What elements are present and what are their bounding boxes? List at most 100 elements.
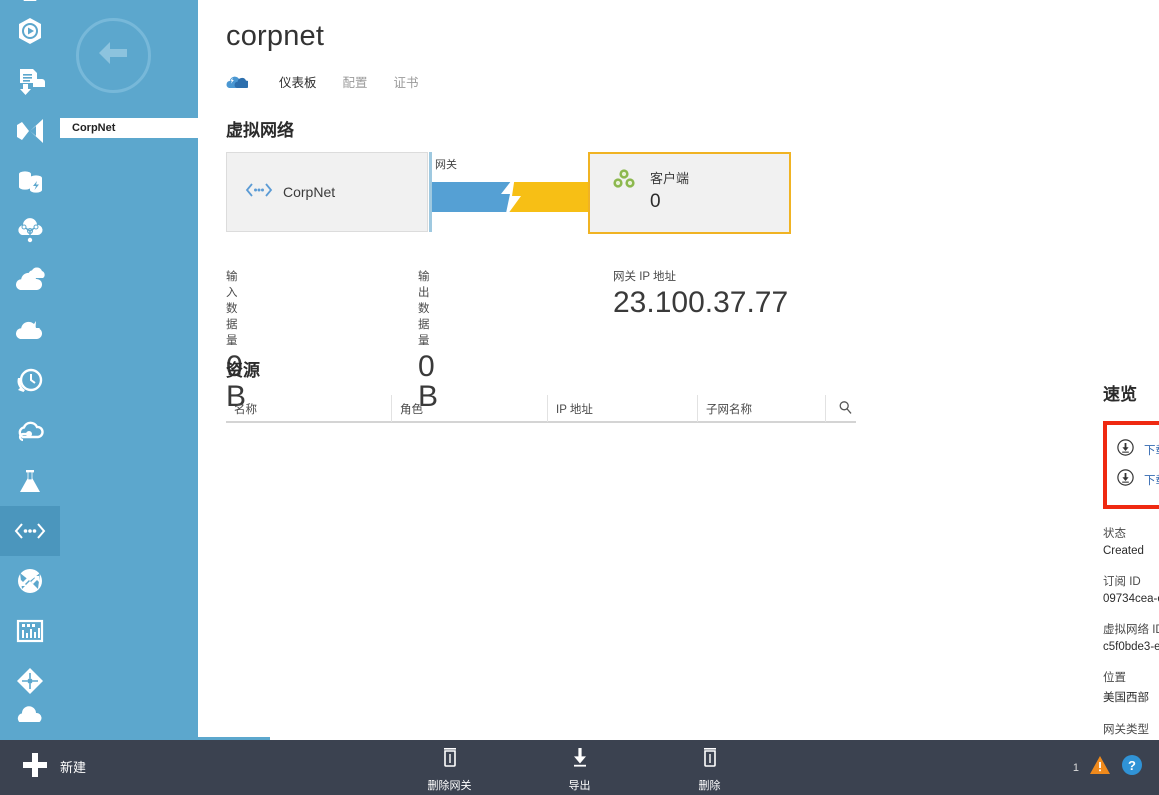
azure-cloud-icon (226, 74, 248, 90)
delete-button[interactable]: 删除 (669, 746, 751, 793)
vnet-tile-label: CorpNet (283, 184, 336, 200)
download-icon (570, 746, 590, 771)
vnet-tile[interactable]: CorpNet (226, 152, 428, 232)
table-search-button[interactable] (825, 395, 856, 422)
back-button[interactable] (76, 18, 151, 93)
navigation-pane: CorpNet (60, 0, 198, 740)
command-bar: 新建 删除网关 导出 删除 1 ? (0, 740, 1159, 795)
back-arrow-icon (94, 37, 134, 74)
import-export-icon (14, 65, 46, 97)
cloud-recovery-icon (14, 415, 46, 447)
download-link-32bit-label: 下载 32 位客户端 VPN 程序包 (1144, 475, 1159, 487)
breadcrumb[interactable]: CorpNet (60, 118, 198, 138)
glance-field-key: 状态 (1103, 528, 1126, 540)
download-circle-icon (1117, 469, 1134, 491)
column-header-name[interactable]: 名称 (226, 395, 391, 422)
trash-icon (440, 746, 460, 771)
export-button[interactable]: 导出 (539, 746, 621, 793)
page-title: corpnet (226, 20, 325, 52)
metric-gateway-ip: 网关 IP 地址 23.100.37.77 (613, 268, 788, 318)
glance-field-key: 位置 (1103, 672, 1126, 684)
rail-item-monitor[interactable] (0, 6, 60, 56)
glance-field-vnet-id: 虚拟网络 ID c5f0bde3-e538-4545-8013-40e91707… (1103, 621, 1159, 653)
gateway-connector: 网关 (429, 152, 588, 232)
command-buttons: 删除网关 导出 删除 (0, 746, 1159, 793)
download-link-64bit[interactable]: 下载 64 位客户端 VPN 程序包 (1111, 435, 1159, 465)
column-header-ip-address[interactable]: IP 地址 (547, 395, 697, 422)
cloud-network-icon (14, 215, 46, 247)
scheduler-clock-icon (14, 365, 46, 397)
glance-field-key: 网关类型 (1103, 724, 1149, 736)
rail-item-import-export[interactable] (0, 56, 60, 106)
client-tile[interactable]: 客户端 0 (588, 152, 791, 234)
rail-item-expressroute[interactable] (0, 656, 60, 706)
section-title-virtual-network: 虚拟网络 (226, 121, 294, 140)
glance-field-value: 09734cea-e71d-4b13-90dc-0308146c6153 (1103, 593, 1159, 605)
resources-table: 名称 角色 IP 地址 子网名称 (226, 395, 856, 423)
rail-item-cloud-recovery[interactable] (0, 406, 60, 456)
glance-field-status: 状态 Created (1103, 525, 1159, 557)
rail-item-traffic-manager[interactable] (0, 556, 60, 606)
rail-item-cloud-services[interactable] (0, 256, 60, 306)
metric-data-in: 输入数据量 0 B (226, 268, 246, 412)
warning-triangle-icon[interactable] (1089, 755, 1111, 780)
virtual-network-icon (13, 521, 47, 541)
glance-field-value: 美国西部 (1103, 692, 1149, 704)
download-circle-icon (1117, 439, 1134, 461)
column-header-subnet-name[interactable]: 子网名称 (697, 395, 825, 422)
resources-table-header: 名称 角色 IP 地址 子网名称 (226, 395, 856, 423)
quick-glance-panel: 速览 下载 64 位客户端 VPN 程序包 (1103, 380, 1159, 737)
delete-gateway-button[interactable]: 删除网关 (409, 746, 491, 793)
rail-item-cloud-network[interactable] (0, 206, 60, 256)
rail-item-dashboard-meter[interactable] (0, 606, 60, 656)
export-label: 导出 (568, 780, 591, 792)
trash-icon (700, 746, 720, 771)
glance-field-value: c5f0bde3-e538-4545-8013-40e9170712de (1103, 641, 1159, 653)
virtual-network-icon (245, 182, 273, 203)
tab-configure[interactable]: 配置 (330, 72, 381, 91)
gateway-label: 网关 (435, 159, 457, 171)
download-links-highlight: 下载 64 位客户端 VPN 程序包 下载 32 位客户端 VPN 程序包 (1103, 421, 1159, 509)
rail-item-visual-studio[interactable] (0, 106, 60, 156)
cloud-services-icon (14, 265, 46, 297)
dashboard-meter-icon (14, 617, 46, 645)
tab-dashboard[interactable]: 仪表板 (266, 72, 330, 91)
column-header-role[interactable]: 角色 (391, 395, 547, 422)
glance-field-value: Created (1103, 545, 1144, 557)
tab-certificates[interactable]: 证书 (381, 72, 432, 91)
glance-field-location: 位置 美国西部 (1103, 669, 1159, 705)
cloud-power-icon (14, 315, 46, 347)
delete-gateway-label: 删除网关 (427, 780, 472, 792)
svg-text:?: ? (1128, 758, 1136, 773)
download-link-32bit[interactable]: 下载 32 位客户端 VPN 程序包 (1111, 465, 1159, 495)
rail-item-more[interactable] (0, 706, 60, 722)
expressroute-icon (14, 665, 46, 697)
metric-caption: 输入数据量 (226, 271, 238, 347)
rail-item-cloud-power[interactable] (0, 306, 60, 356)
breadcrumb-label: CorpNet (72, 122, 116, 134)
left-icon-rail (0, 0, 60, 740)
rail-item-labs[interactable] (0, 456, 60, 506)
delete-label: 删除 (698, 780, 721, 792)
rail-item-storage[interactable] (0, 156, 60, 206)
section-title-resources: 资源 (226, 361, 260, 380)
flask-labs-icon (14, 465, 46, 497)
quick-glance-title: 速览 (1103, 385, 1137, 404)
media-services-icon (15, 0, 45, 7)
search-icon (838, 400, 853, 418)
download-link-64bit-label: 下载 64 位客户端 VPN 程序包 (1144, 445, 1159, 457)
metric-data-out: 输出数据量 0 B (418, 268, 438, 412)
glance-field-key: 订阅 ID (1103, 576, 1141, 588)
metric-value: 23.100.37.77 (613, 286, 789, 319)
storage-icon (14, 165, 46, 197)
rail-item-virtual-network[interactable] (0, 506, 60, 556)
lightning-bolt-icon (491, 176, 531, 218)
glance-field-gateway-type: 网关类型 (1103, 721, 1159, 737)
help-circle-icon[interactable]: ? (1121, 754, 1143, 781)
tab-bar: 仪表板 配置 证书 (226, 72, 432, 91)
warning-count: 1 (1072, 761, 1079, 774)
command-bar-status: 1 ? (1073, 754, 1143, 781)
client-tile-count: 0 (650, 191, 661, 212)
rail-item-scheduler[interactable] (0, 356, 60, 406)
monitor-eye-icon (14, 15, 46, 47)
